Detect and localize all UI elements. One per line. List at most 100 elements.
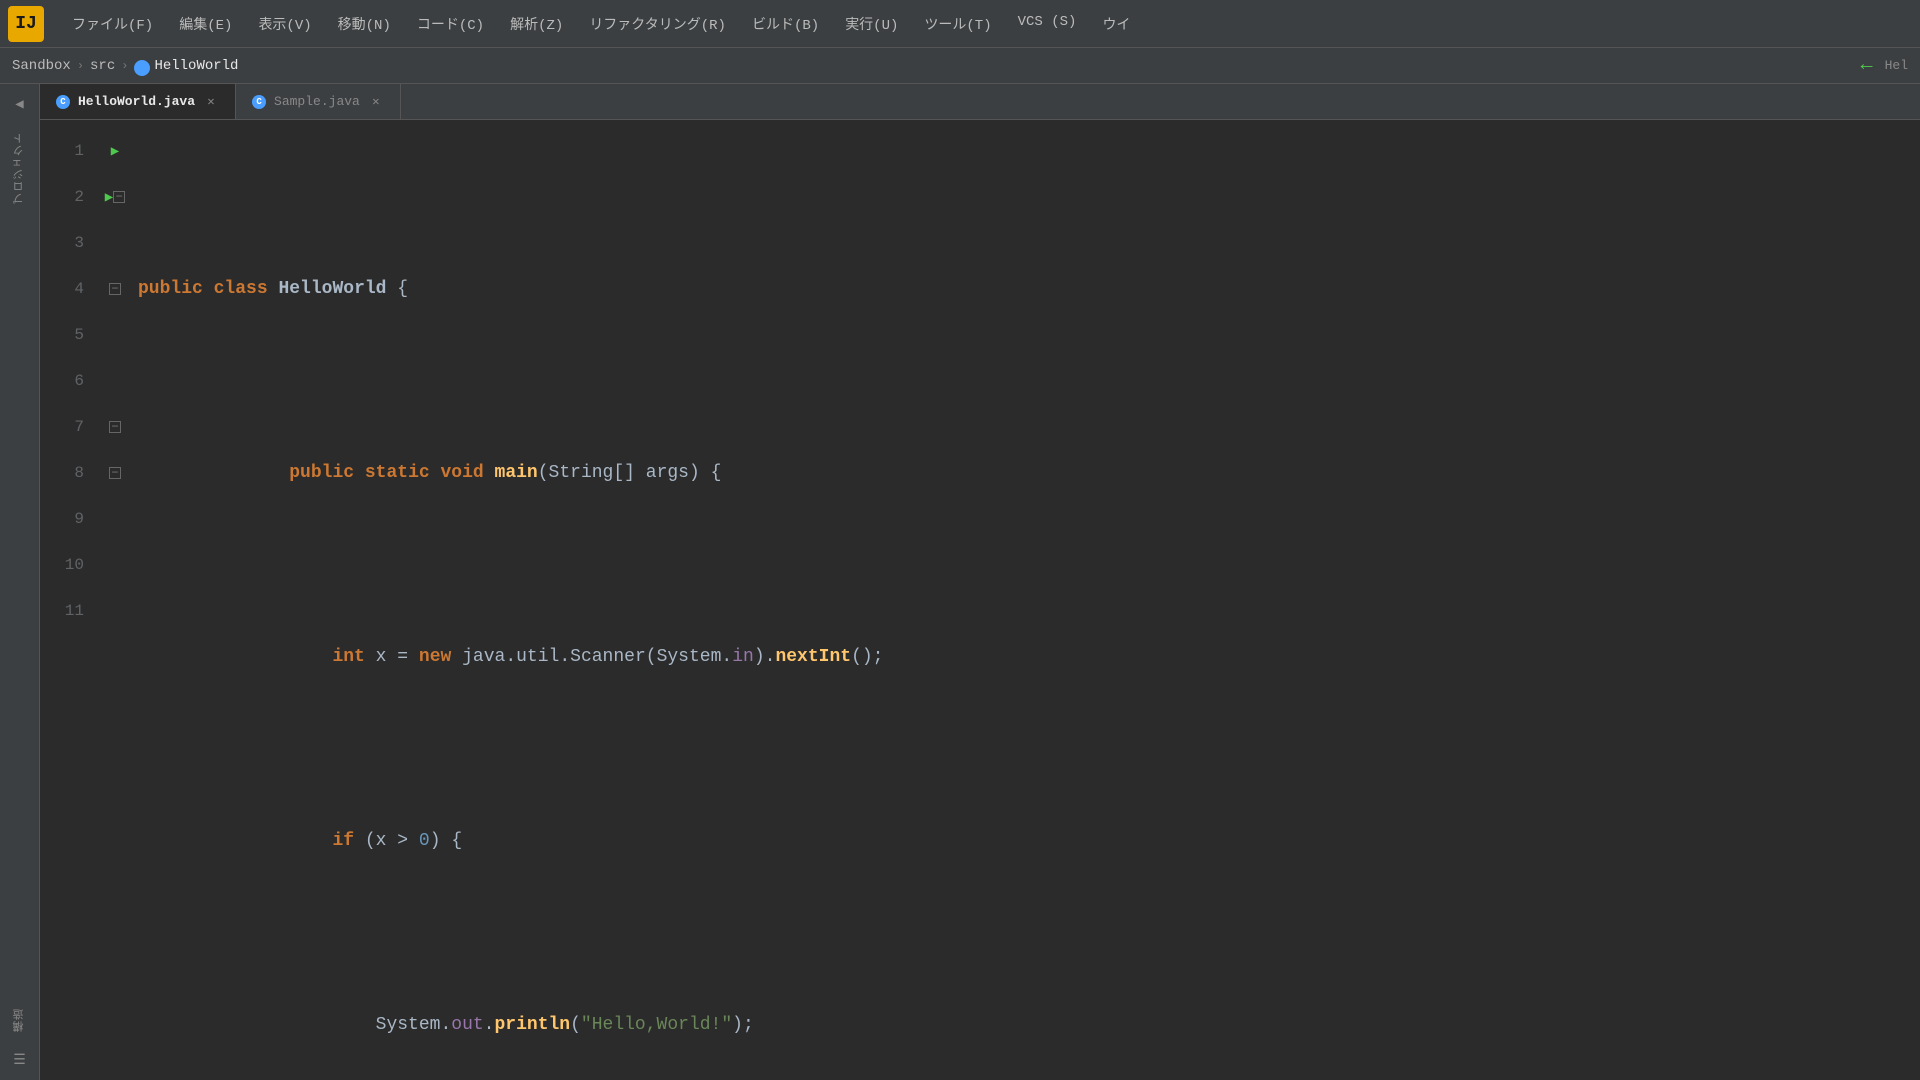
fold-icon-8[interactable]: − — [109, 467, 121, 479]
sample-tab-icon: C — [252, 95, 266, 109]
num-0: 0 — [419, 818, 430, 864]
menu-view[interactable]: 表示(V) — [246, 8, 323, 40]
menu-code[interactable]: コード(C) — [405, 8, 496, 40]
tab-helloworld-close[interactable]: ✕ — [203, 94, 219, 110]
breadcrumb-project[interactable]: Sandbox — [12, 58, 71, 74]
menu-edit[interactable]: 編集(E) — [167, 8, 244, 40]
gutter-11 — [100, 588, 130, 634]
left-sidebar: ◀ プロジェクト 構造 ☰ — [0, 84, 40, 1080]
dot-1: . — [721, 634, 732, 680]
line-num-11: 11 — [48, 588, 92, 634]
gutter-5 — [100, 312, 130, 358]
var-x2: x — [376, 818, 387, 864]
code-editor[interactable]: 1 2 3 4 5 6 7 8 9 10 11 ▶ ▶ − — [40, 120, 1920, 1080]
helloworld-tab-icon: C — [56, 95, 70, 109]
tab-sample[interactable]: C Sample.java ✕ — [236, 84, 401, 119]
menu-vcs[interactable]: VCS (S) — [1006, 8, 1089, 40]
var-x: x — [376, 634, 387, 680]
gutter-2[interactable]: ▶ − — [100, 174, 130, 220]
line-num-7: 7 — [48, 404, 92, 450]
tab-helloworld[interactable]: C HelloWorld.java ✕ — [40, 84, 236, 119]
bracket-1: [] — [613, 450, 635, 496]
breadcrumb-sep-1: › — [77, 59, 84, 73]
breadcrumb-src[interactable]: src — [90, 58, 115, 74]
main-layout: ◀ プロジェクト 構造 ☰ C HelloWorld.java ✕ C Samp… — [0, 84, 1920, 1080]
gutter-8[interactable]: − — [100, 450, 130, 496]
kw-public-1: public — [138, 266, 203, 312]
sidebar-icon-top[interactable]: ◀ — [8, 92, 32, 116]
gutter-3 — [100, 220, 130, 266]
fold-icon-7[interactable]: − — [109, 421, 121, 433]
breadcrumb-bar: Sandbox › src › HelloWorld ← Hel — [0, 48, 1920, 84]
line-num-5: 5 — [48, 312, 92, 358]
menu-refactor[interactable]: リファクタリング(R) — [577, 8, 738, 40]
menu-items: ファイル(F) 編集(E) 表示(V) 移動(N) コード(C) 解析(Z) リ… — [60, 8, 1912, 40]
paren-5b: ); — [732, 1002, 754, 1048]
breadcrumb-right: ← Hel — [1861, 54, 1908, 77]
class-java-util: java.util.Scanner — [462, 634, 646, 680]
kw-class: class — [214, 266, 268, 312]
method-println-5: println — [494, 1002, 570, 1048]
paren-3: ( — [646, 634, 657, 680]
breadcrumb-sep-2: › — [121, 59, 128, 73]
dot-5b: . — [484, 1002, 495, 1048]
app-logo: IJ — [8, 6, 44, 42]
tabs-bar: C HelloWorld.java ✕ C Sample.java ✕ — [40, 84, 1920, 120]
kw-void: void — [440, 450, 483, 496]
fold-icon-4[interactable]: − — [109, 283, 121, 295]
brace-open-1: { — [397, 266, 408, 312]
menu-navigate[interactable]: 移動(N) — [326, 8, 403, 40]
kw-public-2: public — [289, 450, 354, 496]
run-icon-1[interactable]: ▶ — [111, 143, 119, 160]
gutter-6 — [100, 358, 130, 404]
line-num-4: 4 — [48, 266, 92, 312]
brace-open-2: { — [711, 450, 722, 496]
method-main: main — [495, 450, 538, 496]
kw-int: int — [332, 634, 364, 680]
tab-sample-close[interactable]: ✕ — [368, 94, 384, 110]
code-line-1: public class HelloWorld { — [138, 266, 1920, 312]
var-args: args — [646, 450, 689, 496]
tab-sample-label: Sample.java — [274, 94, 360, 109]
sidebar-project-label[interactable]: プロジェクト — [12, 132, 28, 204]
gutter-4[interactable]: − — [100, 266, 130, 312]
code-content[interactable]: public class HelloWorld { public static … — [130, 128, 1920, 1072]
gutter-1[interactable]: ▶ — [100, 128, 130, 174]
brace-3: { — [451, 818, 462, 864]
field-out-5: out — [451, 1002, 483, 1048]
helloworld-class-icon — [134, 60, 150, 76]
field-in: in — [732, 634, 754, 680]
menu-window[interactable]: ウイ — [1090, 8, 1142, 40]
paren-5a: ( — [570, 1002, 581, 1048]
paren-6: ( — [365, 818, 376, 864]
type-string: String — [549, 450, 614, 496]
back-arrow-icon[interactable]: ← — [1861, 54, 1873, 77]
menu-tools[interactable]: ツール(T) — [912, 8, 1003, 40]
line-num-3: 3 — [48, 220, 92, 266]
code-line-3: int x = new java.util.Scanner(System.in)… — [138, 634, 1920, 680]
menu-build[interactable]: ビルド(B) — [740, 8, 831, 40]
class-system: System — [657, 634, 722, 680]
sidebar-structure-label[interactable]: 構造 — [12, 1008, 28, 1032]
sidebar-icon-bottom[interactable]: ☰ — [8, 1048, 32, 1072]
code-line-5: System.out.println("Hello,World!"); — [138, 1002, 1920, 1048]
gutter-10 — [100, 542, 130, 588]
menu-run[interactable]: 実行(U) — [833, 8, 910, 40]
fold-icon-2[interactable]: − — [113, 191, 125, 203]
paren-7: ) — [430, 818, 441, 864]
menu-file[interactable]: ファイル(F) — [60, 8, 165, 40]
gutter-9 — [100, 496, 130, 542]
class-name-helloworld: HelloWorld — [278, 266, 386, 312]
editor-area: C HelloWorld.java ✕ C Sample.java ✕ 1 2 … — [40, 84, 1920, 1080]
dot-2: . — [765, 634, 776, 680]
kw-if: if — [332, 818, 354, 864]
parens-5: (); — [851, 634, 883, 680]
gutter-7[interactable]: − — [100, 404, 130, 450]
line-num-6: 6 — [48, 358, 92, 404]
line-numbers: 1 2 3 4 5 6 7 8 9 10 11 — [40, 128, 100, 1072]
menu-analyze[interactable]: 解析(Z) — [498, 8, 575, 40]
run-icon-2[interactable]: ▶ — [105, 189, 113, 206]
eq-1: = — [397, 634, 408, 680]
str-hello: "Hello,World!" — [581, 1002, 732, 1048]
dot-5a: . — [440, 1002, 451, 1048]
